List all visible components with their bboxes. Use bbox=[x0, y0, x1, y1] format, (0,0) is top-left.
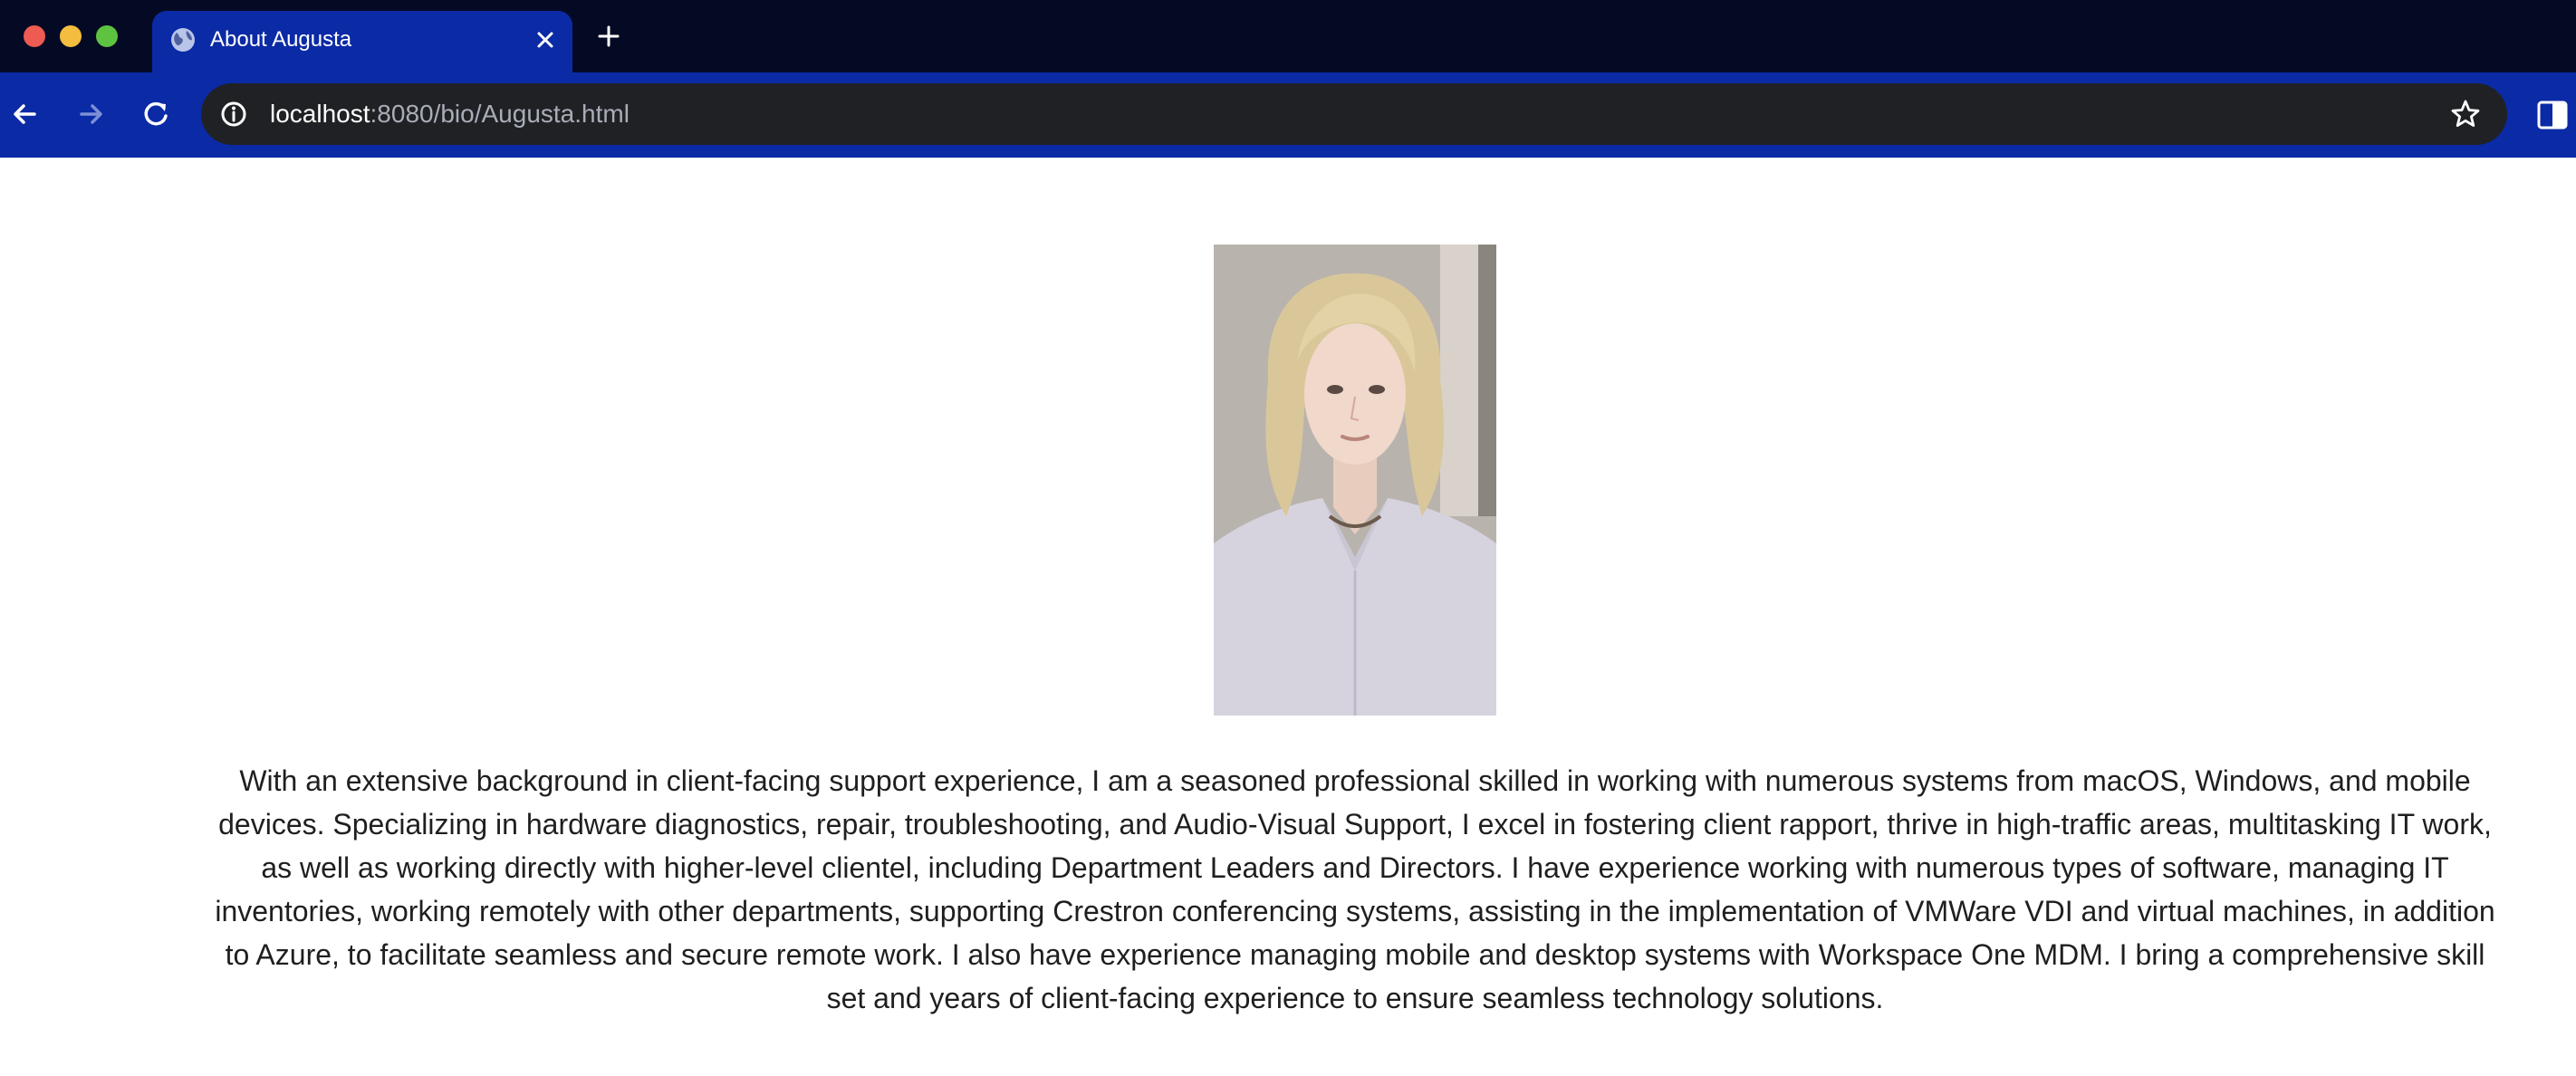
minimize-window-button[interactable] bbox=[60, 25, 82, 47]
bio-paragraph: With an extensive background in client-f… bbox=[215, 764, 2495, 1014]
url-path: :8080/bio/Augusta.html bbox=[370, 100, 630, 128]
browser-toolbar: localhost:8080/bio/Augusta.html bbox=[0, 72, 2576, 158]
tab-strip: About Augusta bbox=[0, 0, 2576, 72]
close-window-button[interactable] bbox=[24, 25, 45, 47]
reload-icon[interactable] bbox=[138, 96, 174, 132]
tab-about-augusta[interactable]: About Augusta bbox=[152, 11, 572, 72]
profile-photo bbox=[1214, 245, 1496, 716]
close-tab-icon[interactable] bbox=[533, 27, 558, 53]
side-panel-icon[interactable] bbox=[2536, 100, 2569, 130]
star-icon[interactable] bbox=[2449, 98, 2482, 130]
new-tab-icon[interactable] bbox=[594, 22, 623, 51]
back-arrow-icon[interactable] bbox=[7, 96, 43, 132]
info-icon[interactable] bbox=[219, 100, 248, 129]
url-text[interactable]: localhost:8080/bio/Augusta.html bbox=[270, 98, 630, 130]
maximize-window-button[interactable] bbox=[96, 25, 118, 47]
tab-title: About Augusta bbox=[210, 27, 352, 52]
address-bar[interactable]: localhost:8080/bio/Augusta.html bbox=[201, 83, 2507, 145]
url-host: localhost bbox=[270, 100, 370, 128]
forward-arrow-icon[interactable] bbox=[72, 96, 109, 132]
globe-icon bbox=[171, 28, 195, 52]
